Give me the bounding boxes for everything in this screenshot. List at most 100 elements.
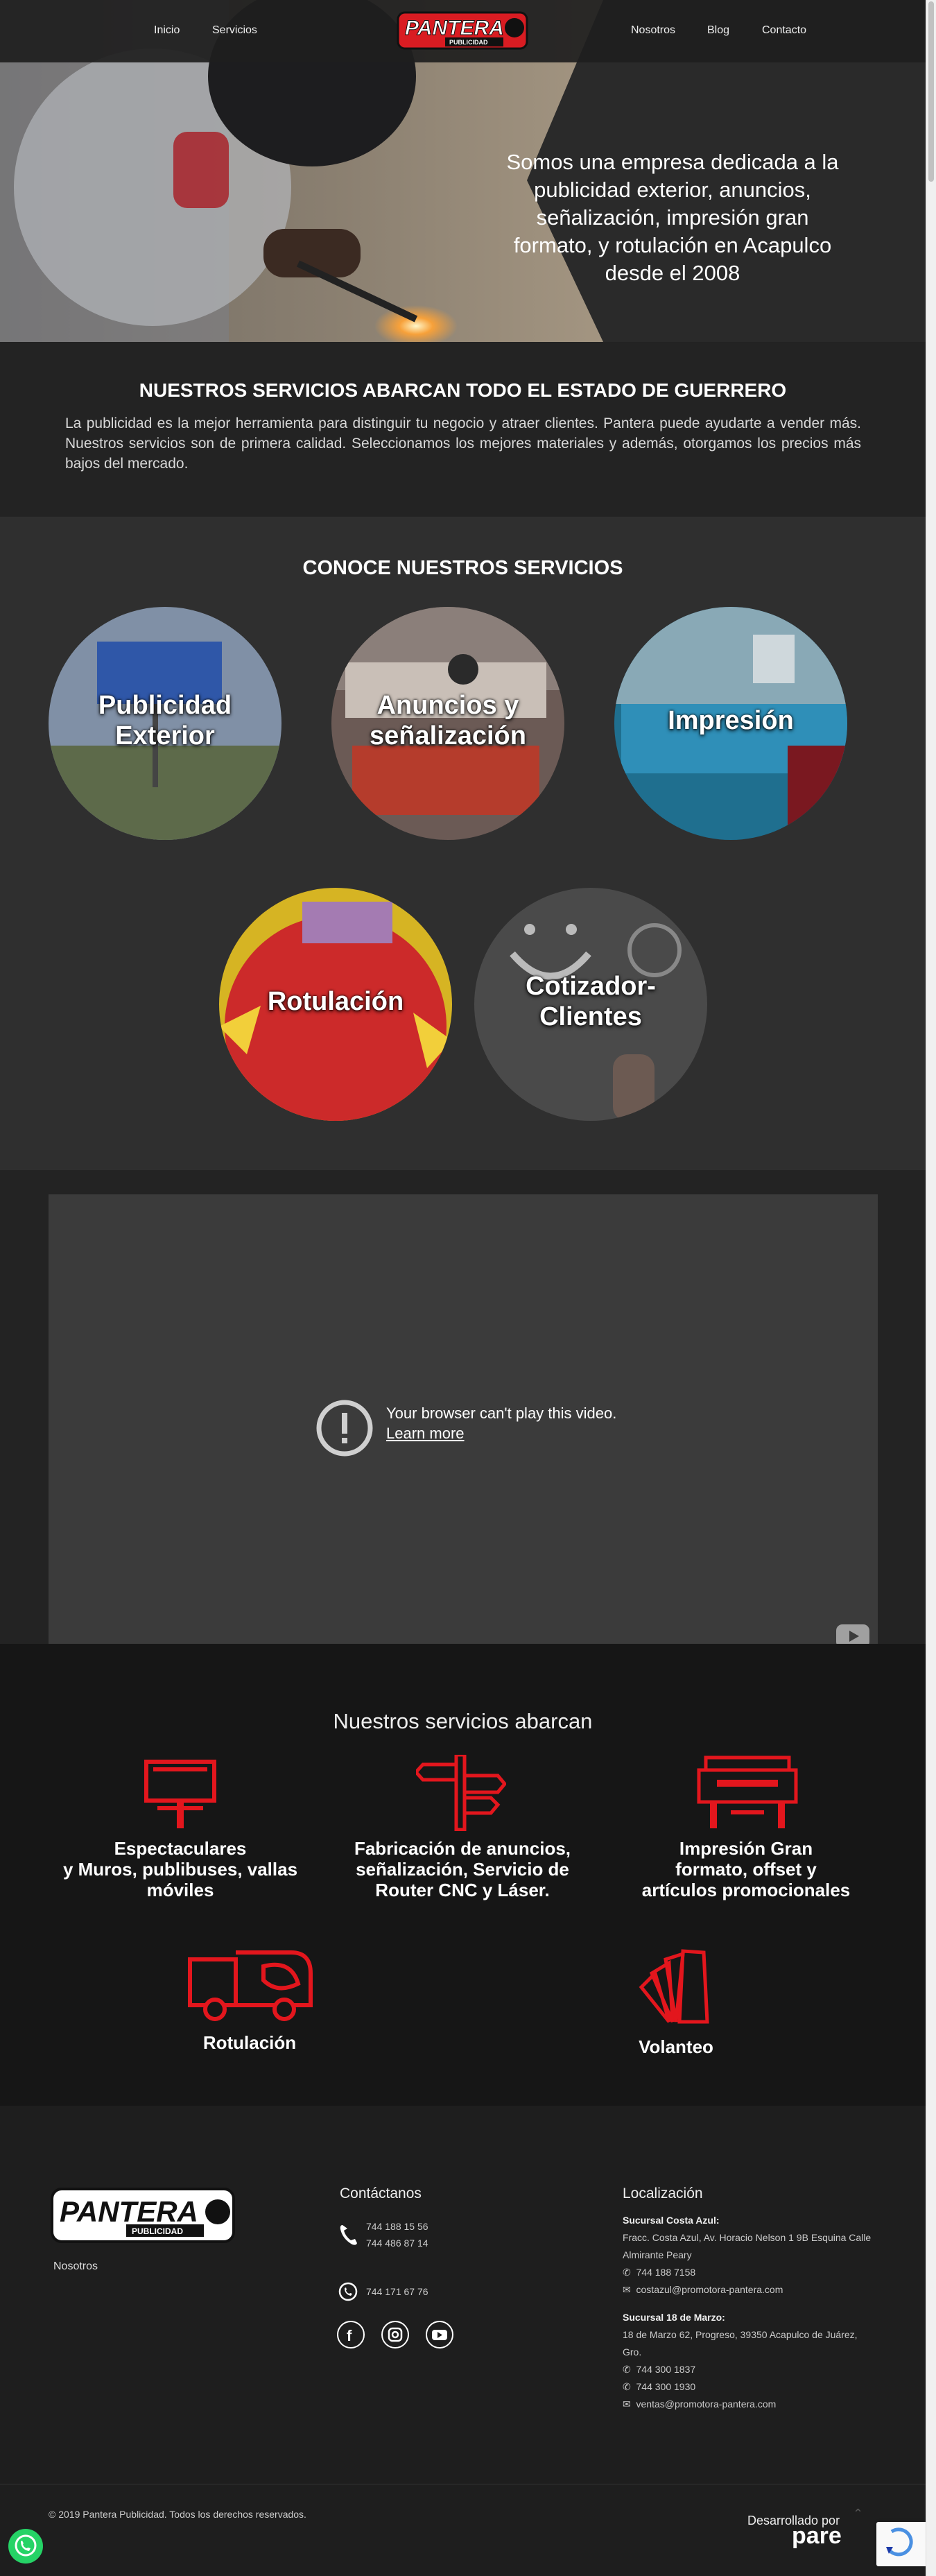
- branch-phone[interactable]: 744 188 7158: [636, 2267, 696, 2278]
- service-label-line: señalización: [370, 721, 526, 750]
- nav-item-blog[interactable]: Blog: [707, 24, 729, 37]
- whatsapp-number[interactable]: 744 171 67 76: [366, 2283, 428, 2301]
- facebook-icon[interactable]: f: [337, 2321, 365, 2349]
- video-section: Your browser can't play this video. Lear…: [0, 1170, 926, 1662]
- service-desc-line: Volanteo: [639, 2036, 713, 2057]
- phone-number[interactable]: 744 486 87 14: [366, 2235, 428, 2252]
- service-desc-impresion: Impresión Gran formato, offset y artícul…: [604, 1838, 888, 1900]
- alert-icon: [316, 1400, 373, 1457]
- whatsapp-icon: [338, 2282, 358, 2301]
- developer-logo[interactable]: pare: [792, 2524, 842, 2548]
- branch-address: 18 de Marzo 62, Progreso, 39350 Acapulco…: [623, 2329, 858, 2340]
- service-label-line: Anuncios y: [376, 691, 519, 720]
- service-label-line: Clientes: [539, 1002, 642, 1031]
- branch-phone[interactable]: 744 300 1837: [636, 2364, 696, 2375]
- service-label-line: Rotulación: [267, 987, 404, 1016]
- video-error-message: Your browser can't play this video.: [386, 1405, 617, 1422]
- service-label: Anuncios y señalización: [331, 690, 564, 751]
- service-label-line: Cotizador-: [526, 972, 656, 1001]
- coverage-section: NUESTROS SERVICIOS ABARCAN TODO EL ESTAD…: [0, 342, 926, 517]
- contact-title: Contáctanos: [340, 2186, 422, 2201]
- video-player[interactable]: Your browser can't play this video. Lear…: [49, 1194, 878, 1662]
- service-desc-line: Router CNC y Láser.: [375, 1880, 550, 1900]
- page: Somos una empresa dedicada a la publicid…: [0, 0, 926, 2576]
- services-section: CONOCE NUESTROS SERVICIOS Publicidad Ext…: [0, 517, 926, 1170]
- nav-item-contacto[interactable]: Contacto: [762, 24, 806, 37]
- service-desc-line: Rotulación: [202, 2032, 297, 2053]
- printer-icon: [697, 1755, 798, 1828]
- nav-item-nosotros[interactable]: Nosotros: [631, 24, 675, 37]
- phone-number[interactable]: 744 188 15 56: [366, 2218, 428, 2235]
- service-desc-line: Fabricación de anuncios,: [354, 1838, 571, 1859]
- service-desc-fabricacion: Fabricación de anuncios, señalización, S…: [320, 1838, 605, 1900]
- service-desc-line: Espectaculares: [114, 1838, 247, 1859]
- branch-phone-row: ✆ 744 188 7158: [623, 2267, 696, 2278]
- branch-phone-row: ✆ 744 300 1930: [623, 2381, 696, 2392]
- footer-link-nosotros[interactable]: Nosotros: [53, 2258, 98, 2275]
- svg-text:PANTERA: PANTERA: [405, 17, 504, 40]
- hero-line: Somos una empresa dedicada a la: [506, 150, 839, 174]
- branch-name: Sucursal 18 de Marzo:: [623, 2312, 725, 2323]
- whatsapp-float-button[interactable]: [8, 2529, 43, 2564]
- branch-address: Gro.: [623, 2346, 642, 2358]
- service-card-cotizador[interactable]: Cotizador- Clientes: [474, 888, 707, 1121]
- service-desc-line: móviles: [146, 1880, 214, 1900]
- svg-text:PUBLICIDAD: PUBLICIDAD: [132, 2226, 183, 2236]
- youtube-social-icon[interactable]: [426, 2321, 453, 2349]
- service-desc-line: formato, offset y: [675, 1859, 817, 1880]
- hero-line: señalización, impresión gran: [536, 205, 809, 230]
- svg-text:PANTERA: PANTERA: [60, 2195, 198, 2228]
- service-label-line: Impresión: [668, 706, 794, 735]
- copyright: © 2019 Pantera Publicidad. Todos los der…: [49, 2509, 306, 2520]
- branch-name: Sucursal Costa Azul:: [623, 2215, 720, 2226]
- signpost-icon: [416, 1755, 506, 1831]
- service-card-publicidad-exterior[interactable]: Publicidad Exterior: [49, 607, 281, 840]
- coverage-services-title: Nuestros servicios abarcan: [333, 1709, 593, 1733]
- branch-email-row: ✉ ventas@promotora-pantera.com: [623, 2398, 777, 2410]
- service-label: Impresión: [614, 705, 847, 736]
- phone-icon: [340, 2225, 357, 2245]
- hero-line: desde el 2008: [605, 261, 740, 285]
- service-card-anuncios[interactable]: Anuncios y señalización: [331, 607, 564, 840]
- nav-item-inicio[interactable]: Inicio: [154, 24, 180, 37]
- service-desc-volanteo: Volanteo: [537, 2036, 815, 2057]
- branch-address: Almirante Peary: [623, 2249, 692, 2260]
- branch-email[interactable]: ventas@promotora-pantera.com: [636, 2398, 777, 2410]
- branch-phone-row: ✆ 744 300 1837: [623, 2364, 696, 2375]
- services-title: CONOCE NUESTROS SERVICIOS: [302, 557, 623, 579]
- branch-email[interactable]: costazul@promotora-pantera.com: [636, 2284, 783, 2295]
- scroll-top-icon[interactable]: ⌃: [853, 2507, 863, 2521]
- footer-pantera-logo[interactable]: PANTERA PUBLICIDAD: [50, 2187, 236, 2244]
- location-title: Localización: [623, 2186, 703, 2201]
- svg-text:PUBLICIDAD: PUBLICIDAD: [449, 39, 488, 46]
- service-desc-line: y Muros, publibuses, vallas: [62, 1859, 298, 1880]
- service-desc-rotulacion: Rotulación: [111, 2032, 388, 2053]
- service-desc-line: señalización, Servicio de: [356, 1859, 569, 1880]
- footer: PANTERA PUBLICIDAD Nosotros Contáctanos …: [0, 2106, 926, 2576]
- scrollbar-thumb[interactable]: [928, 1, 934, 182]
- service-card-impresion[interactable]: Impresión: [614, 607, 847, 840]
- scrollbar[interactable]: [926, 0, 936, 2576]
- nav-item-servicios[interactable]: Servicios: [212, 24, 257, 37]
- service-label: Publicidad Exterior: [49, 690, 281, 751]
- pantera-logo[interactable]: PANTERA PUBLICIDAD: [397, 8, 528, 53]
- learn-more-link[interactable]: Learn more: [386, 1425, 465, 1443]
- hero-tagline: Somos una empresa dedicada a la publicid…: [478, 148, 867, 287]
- hero-line: publicidad exterior, anuncios,: [534, 178, 811, 202]
- branch-phone[interactable]: 744 300 1930: [636, 2381, 696, 2392]
- branch-18-de-marzo: Sucursal 18 de Marzo: 18 de Marzo 62, Pr…: [623, 2309, 914, 2413]
- coverage-text: La publicidad es la mejor herramienta pa…: [65, 415, 861, 472]
- hero-line: formato, y rotulación en Acapulco: [513, 233, 832, 257]
- service-label: Cotizador- Clientes: [474, 971, 707, 1032]
- instagram-icon[interactable]: [381, 2321, 409, 2349]
- service-desc-espectaculares: Espectaculares y Muros, publibuses, vall…: [38, 1838, 322, 1900]
- branch-address: Fracc. Costa Azul, Av. Horacio Nelson 1 …: [623, 2232, 872, 2243]
- service-label-line: Exterior: [115, 721, 215, 750]
- service-card-rotulacion[interactable]: Rotulación: [219, 888, 452, 1121]
- recaptcha-badge[interactable]: [876, 2522, 926, 2566]
- branch-costa-azul: Sucursal Costa Azul: Fracc. Costa Azul, …: [623, 2212, 914, 2299]
- service-desc-line: artículos promocionales: [641, 1880, 851, 1900]
- service-label-line: Publicidad: [98, 691, 232, 720]
- delivery-truck-icon: [188, 1950, 313, 2021]
- service-desc-line: Impresión Gran: [679, 1838, 813, 1859]
